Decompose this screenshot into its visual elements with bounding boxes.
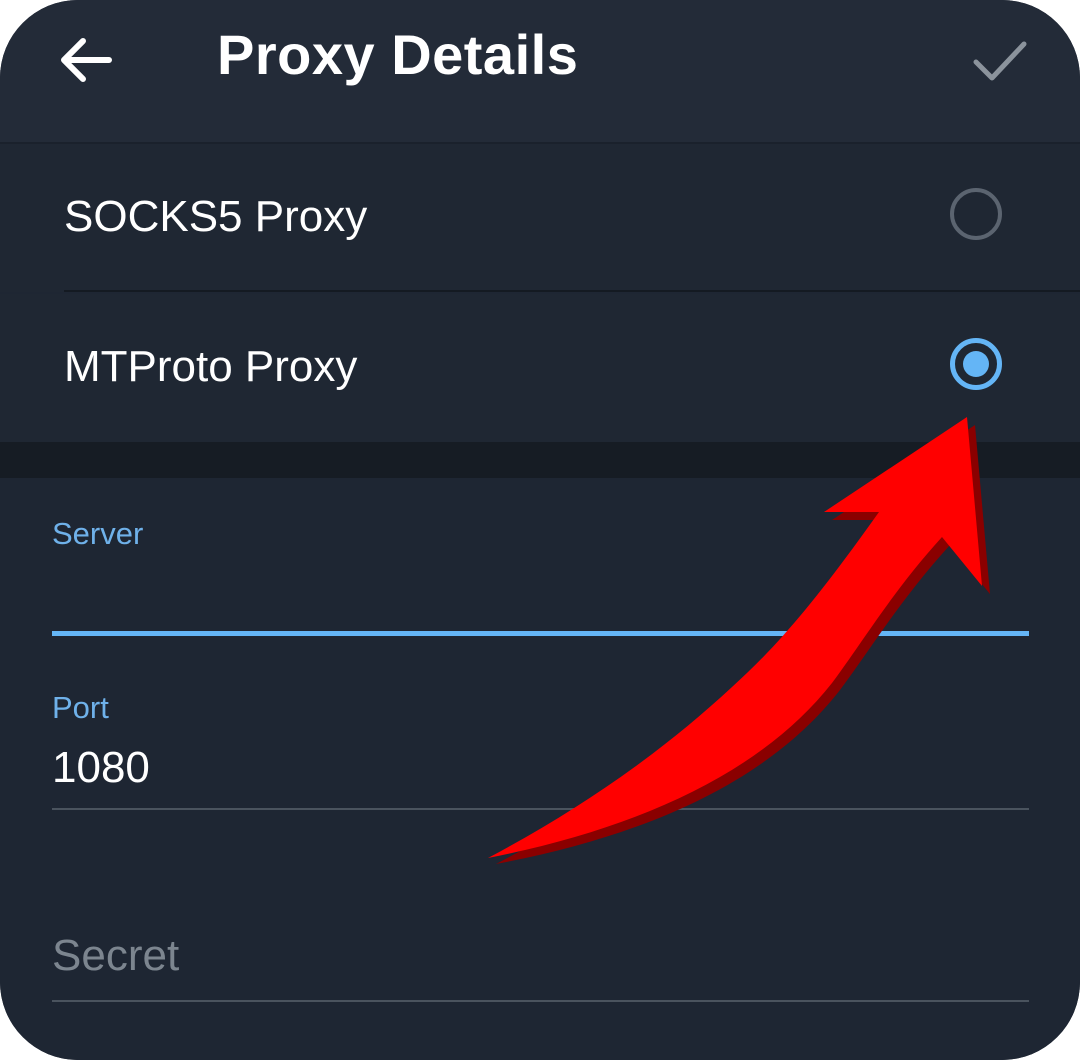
arrow-left-icon bbox=[61, 38, 112, 82]
secret-input[interactable] bbox=[52, 924, 1028, 988]
page-title: Proxy Details bbox=[217, 23, 579, 86]
back-button[interactable] bbox=[40, 20, 130, 100]
secret-underline bbox=[52, 1000, 1029, 1002]
option-mtproto[interactable]: MTProto Proxy bbox=[0, 294, 1080, 442]
radio-selected-dot bbox=[963, 351, 989, 377]
port-underline bbox=[52, 808, 1029, 810]
server-input[interactable] bbox=[52, 562, 1028, 626]
radio-socks5[interactable] bbox=[950, 188, 1002, 240]
port-label: Port bbox=[52, 690, 109, 725]
app-screen: Proxy Details SOCKS5 Proxy MTProto Proxy… bbox=[0, 0, 1080, 1060]
option-mtproto-label: MTProto Proxy bbox=[64, 342, 358, 391]
option-socks5-label: SOCKS5 Proxy bbox=[64, 192, 368, 241]
proxy-form: Server Port bbox=[0, 478, 1080, 1060]
radio-mtproto[interactable] bbox=[950, 338, 1002, 390]
app-bar: Proxy Details bbox=[0, 0, 1080, 144]
done-button[interactable] bbox=[955, 22, 1045, 102]
port-input[interactable] bbox=[52, 736, 1028, 800]
server-label: Server bbox=[52, 516, 144, 551]
section-divider bbox=[0, 442, 1080, 478]
divider bbox=[64, 290, 1080, 292]
option-socks5[interactable]: SOCKS5 Proxy bbox=[0, 144, 1080, 292]
checkmark-icon bbox=[973, 41, 1027, 81]
server-underline bbox=[52, 631, 1029, 636]
